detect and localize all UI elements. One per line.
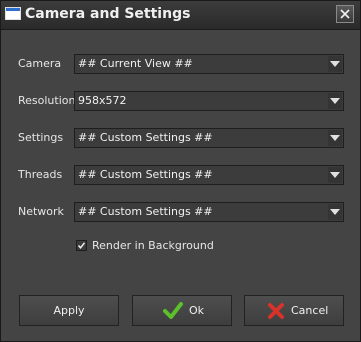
- checkmark-icon: [163, 302, 183, 319]
- settings-dropdown[interactable]: ## Custom Settings ##: [74, 128, 344, 148]
- dropdown-arrow[interactable]: [328, 167, 342, 183]
- camera-dropdown-value: ## Current View ##: [78, 57, 193, 70]
- camera-settings-dialog: Camera and Settings Camera ## Current Vi…: [0, 0, 361, 342]
- render-in-background-label: Render in Background: [92, 239, 214, 252]
- resolution-row: Resolution 958x572: [1, 91, 360, 113]
- dropdown-arrow[interactable]: [328, 130, 342, 146]
- ok-button[interactable]: Ok: [132, 295, 232, 326]
- dropdown-arrow[interactable]: [328, 204, 342, 220]
- network-row: Network ## Custom Settings ##: [1, 202, 360, 224]
- apply-button-label: Apply: [53, 304, 85, 317]
- render-in-background-checkbox[interactable]: [76, 240, 87, 251]
- network-label: Network: [18, 205, 64, 218]
- camera-label: Camera: [18, 57, 62, 70]
- network-dropdown[interactable]: ## Custom Settings ##: [74, 202, 344, 222]
- dropdown-arrow[interactable]: [328, 56, 342, 72]
- title-bar[interactable]: Camera and Settings: [1, 1, 360, 30]
- resolution-label: Resolution: [18, 94, 76, 107]
- window-icon: [5, 7, 21, 20]
- threads-label: Threads: [18, 168, 63, 181]
- threads-dropdown[interactable]: ## Custom Settings ##: [74, 165, 344, 185]
- ok-button-label: Ok: [189, 304, 205, 317]
- cancel-button[interactable]: Cancel: [244, 295, 344, 326]
- chevron-down-icon: [330, 98, 340, 104]
- settings-dropdown-value: ## Custom Settings ##: [78, 131, 213, 144]
- settings-label: Settings: [18, 131, 64, 144]
- threads-dropdown-value: ## Custom Settings ##: [78, 168, 213, 181]
- network-dropdown-value: ## Custom Settings ##: [78, 205, 213, 218]
- chevron-down-icon: [330, 172, 340, 178]
- dropdown-arrow[interactable]: [328, 93, 342, 109]
- x-mark-icon: [268, 303, 284, 319]
- close-icon: [340, 9, 350, 19]
- camera-dropdown[interactable]: ## Current View ##: [74, 54, 344, 74]
- chevron-down-icon: [330, 61, 340, 67]
- chevron-down-icon: [330, 209, 340, 215]
- camera-row: Camera ## Current View ##: [1, 54, 360, 76]
- checkmark-icon: [77, 242, 86, 249]
- window-title: Camera and Settings: [25, 6, 191, 22]
- cancel-button-label: Cancel: [291, 304, 329, 317]
- apply-button[interactable]: Apply: [19, 295, 119, 326]
- resolution-dropdown-value: 958x572: [78, 94, 127, 107]
- threads-row: Threads ## Custom Settings ##: [1, 165, 360, 187]
- resolution-dropdown[interactable]: 958x572: [74, 91, 344, 111]
- settings-row: Settings ## Custom Settings ##: [1, 128, 360, 150]
- close-button[interactable]: [336, 5, 354, 23]
- chevron-down-icon: [330, 135, 340, 141]
